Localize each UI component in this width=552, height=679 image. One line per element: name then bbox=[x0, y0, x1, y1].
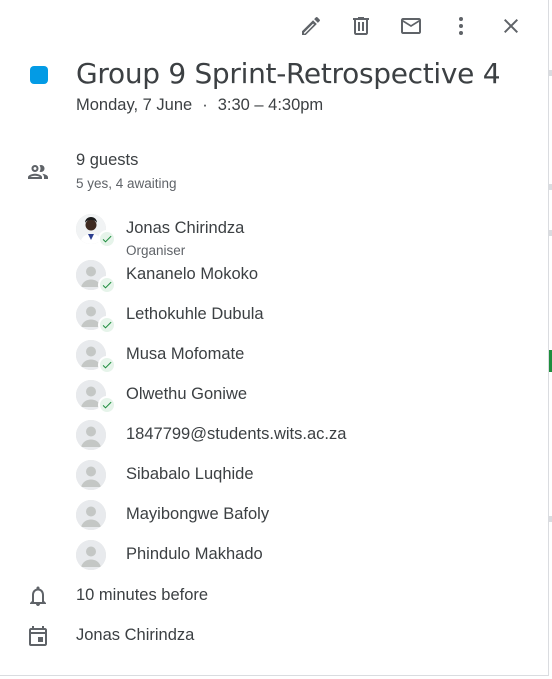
more-vert-icon bbox=[459, 17, 463, 35]
accepted-check-icon bbox=[98, 396, 116, 414]
avatar bbox=[76, 500, 106, 530]
calendar-owner-label: Jonas Chirindza bbox=[76, 626, 195, 644]
event-datetime: Monday, 7 June · 3:30 – 4:30pm bbox=[76, 96, 323, 115]
event-title: Group 9 Sprint-Retrospective 4 bbox=[76, 57, 501, 90]
accepted-check-icon bbox=[98, 276, 116, 294]
trash-icon bbox=[353, 17, 369, 35]
email-guests-button[interactable] bbox=[386, 12, 436, 40]
event-color-chip bbox=[30, 66, 48, 84]
envelope-icon bbox=[401, 18, 421, 34]
event-time: 3:30 – 4:30pm bbox=[217, 96, 324, 114]
event-date: Monday, 7 June bbox=[76, 96, 193, 114]
guest-name: Sibabalo Luqhide bbox=[126, 465, 254, 483]
edit-button[interactable] bbox=[286, 12, 336, 40]
avatar bbox=[76, 540, 106, 570]
guest-name: Phindulo Makhado bbox=[126, 545, 263, 563]
avatar bbox=[76, 460, 106, 490]
bell-icon bbox=[26, 584, 50, 608]
reminder-label: 10 minutes before bbox=[76, 586, 209, 604]
guest-name: Musa Mofomate bbox=[126, 345, 245, 363]
pencil-icon bbox=[302, 16, 321, 35]
more-options-button[interactable] bbox=[436, 12, 486, 40]
event-toolbar bbox=[286, 12, 536, 40]
accepted-check-icon bbox=[98, 356, 116, 374]
avatar bbox=[76, 420, 106, 450]
close-icon bbox=[504, 19, 518, 33]
event-details-panel: Group 9 Sprint-Retrospective 4 Monday, 7… bbox=[0, 0, 549, 676]
guest-name: Jonas Chirindza bbox=[126, 219, 245, 237]
guests-count: 9 guests bbox=[76, 151, 139, 169]
guests-rsvp-summary: 5 yes, 4 awaiting bbox=[76, 176, 177, 191]
guest-name: Olwethu Goniwe bbox=[126, 385, 248, 403]
people-icon bbox=[26, 160, 50, 184]
accepted-check-icon bbox=[98, 316, 116, 334]
guest-name: Mayibongwe Bafoly bbox=[126, 505, 270, 523]
guest-name: Lethokuhle Dubula bbox=[126, 305, 264, 323]
delete-button[interactable] bbox=[336, 12, 386, 40]
close-button[interactable] bbox=[486, 12, 536, 40]
calendar-icon bbox=[26, 624, 50, 648]
guest-name: 1847799@students.wits.ac.za bbox=[126, 425, 347, 443]
accepted-check-icon bbox=[98, 230, 116, 248]
separator-dot: · bbox=[202, 96, 208, 114]
guest-role: Organiser bbox=[126, 243, 186, 258]
guest-name: Kananelo Mokoko bbox=[126, 265, 259, 283]
